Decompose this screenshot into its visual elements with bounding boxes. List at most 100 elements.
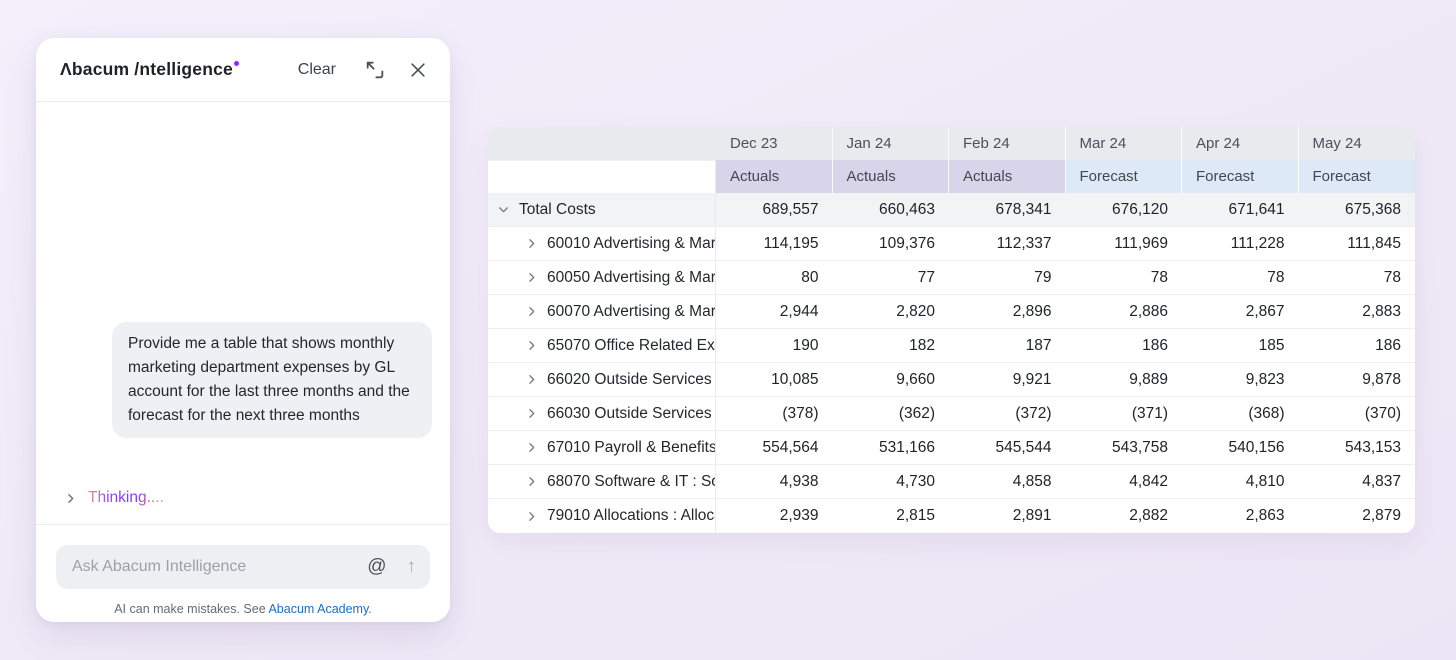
row-label-cell: 68070 Software & IT : Software — [488, 465, 716, 498]
table-row[interactable]: 66020 Outside Services 10,085 9,660 9,92… — [488, 363, 1415, 397]
value-cell: 2,882 — [1066, 499, 1183, 533]
table-row[interactable]: 60070 Advertising & Marketing 2,944 2,82… — [488, 295, 1415, 329]
value-cell: 182 — [833, 329, 950, 362]
value-cell: 78 — [1182, 261, 1299, 294]
disclaimer: AI can make mistakes. See Abacum Academy… — [56, 602, 430, 616]
thinking-status[interactable]: Thinking.... — [64, 489, 164, 507]
brand-logo: Λbacum/ntelligence — [60, 59, 239, 80]
value-cell: 111,969 — [1066, 227, 1183, 260]
value-cell: 9,660 — [833, 363, 950, 396]
value-cell: 10,085 — [716, 363, 833, 396]
value-cell: 689,557 — [716, 193, 833, 226]
row-label: 60010 Advertising & Marketing — [547, 235, 716, 253]
academy-link[interactable]: Abacum Academy — [268, 602, 368, 616]
value-cell: 4,730 — [833, 465, 950, 498]
month-header: May 24 — [1299, 127, 1416, 160]
row-label-cell: Total Costs — [488, 193, 716, 226]
chevron-right-icon[interactable] — [525, 271, 538, 284]
value-cell: 111,228 — [1182, 227, 1299, 260]
chevron-down-icon[interactable] — [497, 203, 510, 216]
value-cell: 9,823 — [1182, 363, 1299, 396]
value-cell: 543,153 — [1299, 431, 1416, 464]
value-cell: 2,886 — [1066, 295, 1183, 328]
value-cell: 9,921 — [949, 363, 1066, 396]
row-label-cell: 60070 Advertising & Marketing — [488, 295, 716, 328]
value-cell: 187 — [949, 329, 1066, 362]
brand-word-intelligence: /ntelligence — [134, 59, 233, 79]
value-cell: (370) — [1299, 397, 1416, 430]
conversation-area: Provide me a table that shows monthly ma… — [36, 102, 450, 525]
row-label-cell: 60050 Advertising & Marketing — [488, 261, 716, 294]
expenses-table: Dec 23 Jan 24 Feb 24 Mar 24 Apr 24 May 2… — [488, 127, 1415, 533]
table-row[interactable]: 60050 Advertising & Marketing 80 77 79 7… — [488, 261, 1415, 295]
value-cell: 4,858 — [949, 465, 1066, 498]
chevron-right-icon[interactable] — [525, 441, 538, 454]
row-label: 60050 Advertising & Marketing — [547, 269, 716, 287]
value-cell: 4,938 — [716, 465, 833, 498]
value-cell: (372) — [949, 397, 1066, 430]
chevron-right-icon[interactable] — [64, 492, 77, 505]
row-label-cell: 65070 Office Related Expenses — [488, 329, 716, 362]
value-cell: 9,889 — [1066, 363, 1183, 396]
row-label: 66020 Outside Services — [547, 371, 712, 389]
table-row[interactable]: 68070 Software & IT : Software 4,938 4,7… — [488, 465, 1415, 499]
table-row[interactable]: 65070 Office Related Expenses 190 182 18… — [488, 329, 1415, 363]
ask-input[interactable] — [72, 558, 367, 576]
month-header: Dec 23 — [716, 127, 833, 160]
value-cell: 79 — [949, 261, 1066, 294]
value-cell: 114,195 — [716, 227, 833, 260]
table-row[interactable]: 67010 Payroll & Benefits 554,564 531,166… — [488, 431, 1415, 465]
row-label: 79010 Allocations : Allocations — [547, 507, 716, 525]
chevron-right-icon[interactable] — [525, 373, 538, 386]
table-row[interactable]: 66030 Outside Services (378) (362) (372)… — [488, 397, 1415, 431]
ask-input-box[interactable]: @ ↑ — [56, 545, 430, 589]
panel-header: Λbacum/ntelligence Clear — [36, 38, 450, 102]
chevron-right-icon[interactable] — [525, 305, 538, 318]
row-label-cell: 66030 Outside Services — [488, 397, 716, 430]
row-label: 60070 Advertising & Marketing — [547, 303, 716, 321]
brand-word-abacum: Λbacum — [60, 59, 129, 79]
value-cell: 660,463 — [833, 193, 950, 226]
send-icon[interactable]: ↑ — [407, 556, 417, 578]
period-type-header: Forecast — [1066, 160, 1183, 193]
composer-area: @ ↑ AI can make mistakes. See Abacum Aca… — [36, 525, 450, 622]
user-message-bubble: Provide me a table that shows monthly ma… — [112, 322, 432, 438]
clear-button[interactable]: Clear — [298, 61, 336, 79]
period-type-header: Actuals — [833, 160, 950, 193]
period-type-header: Forecast — [1299, 160, 1416, 193]
header-corner-cell — [488, 127, 716, 160]
value-cell: 678,341 — [949, 193, 1066, 226]
row-label-cell: 79010 Allocations : Allocations — [488, 499, 716, 533]
chevron-right-icon[interactable] — [525, 237, 538, 250]
row-label: 66030 Outside Services — [547, 405, 712, 423]
expand-button[interactable] — [364, 59, 386, 81]
value-cell: 4,837 — [1299, 465, 1416, 498]
value-cell: 2,867 — [1182, 295, 1299, 328]
brand-dot — [234, 61, 239, 66]
table-row[interactable]: 79010 Allocations : Allocations 2,939 2,… — [488, 499, 1415, 533]
thinking-label: Thinking.... — [88, 489, 164, 507]
value-cell: 9,878 — [1299, 363, 1416, 396]
chevron-right-icon[interactable] — [525, 407, 538, 420]
value-cell: (368) — [1182, 397, 1299, 430]
row-label-cell: 66020 Outside Services — [488, 363, 716, 396]
table-row-total[interactable]: Total Costs 689,557 660,463 678,341 676,… — [488, 193, 1415, 227]
chevron-right-icon[interactable] — [525, 510, 538, 523]
value-cell: 2,879 — [1299, 499, 1416, 533]
close-icon — [408, 60, 428, 80]
table-row[interactable]: 60010 Advertising & Marketing 114,195 10… — [488, 227, 1415, 261]
value-cell: 543,758 — [1066, 431, 1183, 464]
value-cell: 2,863 — [1182, 499, 1299, 533]
month-header: Mar 24 — [1066, 127, 1183, 160]
value-cell: 77 — [833, 261, 950, 294]
value-cell: (362) — [833, 397, 950, 430]
close-button[interactable] — [408, 60, 428, 80]
mention-icon[interactable]: @ — [367, 556, 386, 578]
chevron-right-icon[interactable] — [525, 339, 538, 352]
row-label: Total Costs — [519, 201, 596, 219]
value-cell: 554,564 — [716, 431, 833, 464]
value-cell: 78 — [1066, 261, 1183, 294]
chevron-right-icon[interactable] — [525, 475, 538, 488]
value-cell: 2,939 — [716, 499, 833, 533]
header-corner-cell — [488, 160, 716, 193]
